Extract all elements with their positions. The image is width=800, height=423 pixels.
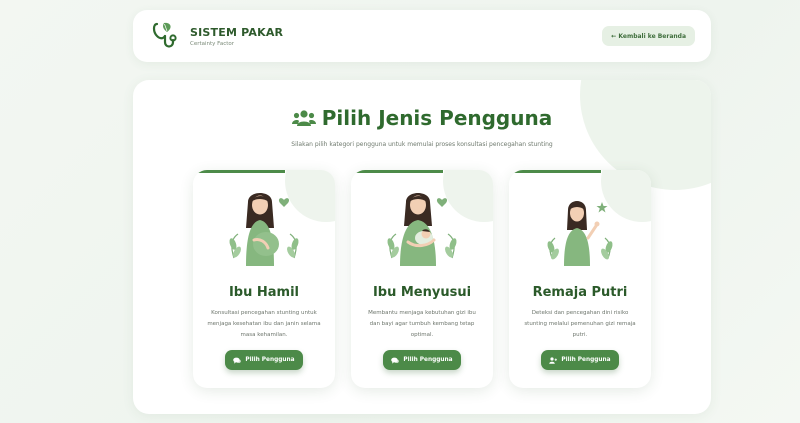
page-title-row: Pilih Jenis Pengguna	[133, 106, 711, 130]
chat-icon	[233, 357, 242, 364]
card-title: Ibu Hamil	[228, 285, 300, 300]
top-header: SISTEM PAKAR Certainty Factor ← Kembali …	[133, 10, 711, 62]
pick-user-button[interactable]: Pilih Pengguna	[225, 350, 303, 370]
card-ibu-menyusui[interactable]: Ibu Menyusui Membantu menjaga kebutuhan …	[351, 170, 493, 388]
pregnant-woman-illustration	[229, 193, 299, 266]
chat-icon	[391, 357, 400, 364]
users-icon	[291, 110, 316, 126]
brand: SISTEM PAKAR Certainty Factor	[190, 26, 283, 47]
card-title: Ibu Menyusui	[372, 285, 472, 300]
card-description: Konsultasi pencegahan stunting untuk men…	[207, 310, 321, 338]
breastfeeding-mother-illustration	[387, 193, 457, 266]
teenage-girl-illustration	[547, 201, 613, 266]
card-title: Remaja Putri	[532, 285, 628, 300]
pick-user-label: Pilih Pengguna	[403, 357, 453, 363]
pick-user-button[interactable]: Pilih Pengguna	[383, 350, 461, 370]
pick-user-button[interactable]: Pilih Pengguna	[541, 350, 619, 370]
card-description: Membantu menjaga kebutuhan gizi ibu dan …	[368, 310, 476, 338]
card-ibu-hamil[interactable]: Ibu Hamil Konsultasi pencegahan stunting…	[193, 170, 335, 388]
brand-title: SISTEM PAKAR	[190, 25, 284, 39]
page-title: Pilih Jenis Pengguna	[321, 106, 553, 130]
user-type-panel: Pilih Jenis Pengguna Silakan pilih kateg…	[133, 80, 711, 414]
card-accent-bar	[509, 170, 601, 173]
back-to-home-button[interactable]: ← Kembali ke Beranda	[602, 26, 695, 46]
card-remaja-putri[interactable]: Remaja Putri Deteksi dan pencegahan dini…	[509, 170, 651, 388]
card-description: Deteksi dan pencegahan dini risiko stunt…	[524, 310, 636, 338]
pick-user-label: Pilih Pengguna	[245, 357, 295, 363]
stethoscope-leaf-logo-icon	[152, 22, 177, 48]
card-accent-bar	[193, 170, 285, 173]
user-plus-icon	[549, 356, 558, 364]
pick-user-label: Pilih Pengguna	[561, 357, 611, 363]
brand-subtitle: Certainty Factor	[190, 40, 235, 47]
card-accent-bar	[351, 170, 443, 173]
page-subtitle: Silakan pilih kategori pengguna untuk me…	[291, 141, 553, 148]
